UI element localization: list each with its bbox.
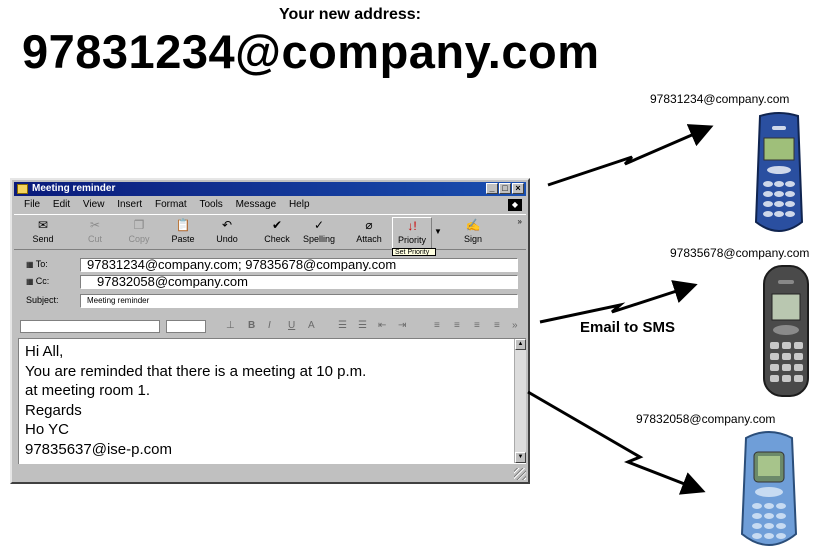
mobile-phone-1-icon <box>754 112 804 232</box>
phone-2-address: 97835678@company.com <box>670 246 810 260</box>
arrows-layer <box>527 124 714 495</box>
arrow-to-phone-3 <box>527 390 706 495</box>
arrow-to-phone-2 <box>539 280 698 324</box>
email-to-sms-label: Email to SMS <box>580 319 676 336</box>
phone-1-address: 97831234@company.com <box>650 92 790 106</box>
phone-3-address: 97832058@company.com <box>636 412 776 426</box>
mobile-phone-2-icon <box>763 265 809 397</box>
mobile-phone-3-icon <box>740 431 798 546</box>
arrow-to-phone-1 <box>547 124 714 187</box>
